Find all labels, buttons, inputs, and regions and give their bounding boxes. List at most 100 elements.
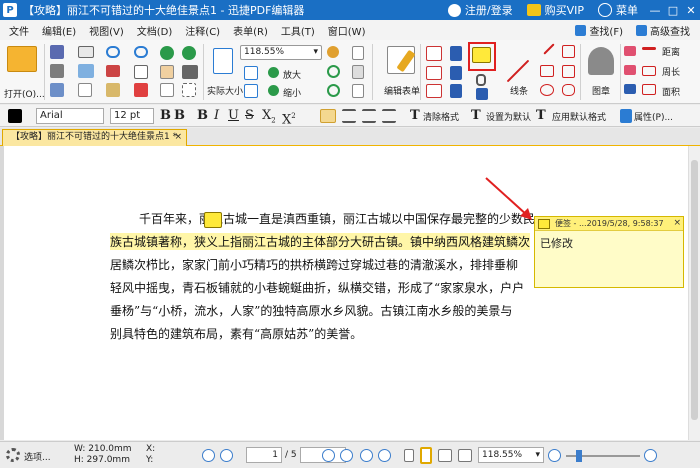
zoom-slider[interactable] bbox=[566, 450, 640, 462]
copy-icon[interactable] bbox=[134, 65, 148, 79]
subscript-button[interactable]: X2 bbox=[262, 108, 276, 125]
distance-label[interactable]: 距离 bbox=[662, 45, 680, 58]
eraser-icon[interactable] bbox=[624, 46, 636, 56]
find-button[interactable]: 查找(F) bbox=[575, 23, 623, 38]
image-icon[interactable] bbox=[78, 64, 94, 78]
main-menu-button[interactable]: 菜单 bbox=[598, 2, 638, 18]
scroll-thumb[interactable] bbox=[691, 160, 698, 420]
stamp-icon[interactable] bbox=[588, 47, 614, 75]
properties-icon[interactable] bbox=[620, 109, 632, 123]
menu-tools[interactable]: 工具(T) bbox=[281, 23, 315, 38]
bold-button[interactable]: B bbox=[160, 108, 171, 124]
history-back-button[interactable] bbox=[360, 449, 373, 462]
font-size-select[interactable]: 12 pt bbox=[110, 108, 154, 124]
paste-icon[interactable] bbox=[106, 83, 120, 97]
color-swatch[interactable] bbox=[8, 109, 22, 123]
status-zoom-select[interactable]: 118.55% ▾ bbox=[478, 447, 544, 463]
rotate-ccw-icon[interactable] bbox=[327, 84, 340, 97]
pentagon-icon[interactable] bbox=[562, 65, 575, 78]
vertical-scrollbar[interactable] bbox=[688, 146, 700, 440]
set-default-icon[interactable]: T bbox=[471, 108, 481, 124]
sticky-note-popup[interactable]: 便签 - ...2019/5/28, 9:58:37 × 已修改 bbox=[534, 216, 684, 288]
options-button[interactable]: 选项... bbox=[24, 450, 51, 463]
maximize-button[interactable]: □ bbox=[664, 4, 682, 17]
arrow-tool-icon[interactable] bbox=[543, 43, 555, 55]
callout-icon[interactable] bbox=[426, 66, 442, 80]
menu-window[interactable]: 窗口(W) bbox=[328, 23, 366, 38]
page-icon[interactable] bbox=[352, 46, 364, 60]
justify-icon[interactable] bbox=[382, 109, 396, 123]
distance-icon[interactable] bbox=[642, 47, 656, 50]
underline-button[interactable]: U bbox=[228, 108, 239, 124]
lines-label[interactable]: 线条 bbox=[510, 84, 528, 97]
note-text[interactable]: 已修改 bbox=[535, 231, 683, 255]
zoom-in-icon[interactable] bbox=[268, 67, 279, 78]
login-button[interactable]: 注册/登录 bbox=[447, 2, 513, 18]
note-header[interactable]: 便签 - ...2019/5/28, 9:58:37 × bbox=[535, 217, 683, 231]
menu-form[interactable]: 表单(R) bbox=[233, 23, 268, 38]
set-default-label[interactable]: 设置为默认 bbox=[486, 110, 531, 123]
delete-icon[interactable] bbox=[134, 83, 148, 97]
menu-document[interactable]: 文档(D) bbox=[137, 23, 173, 38]
minimize-button[interactable]: — bbox=[646, 4, 664, 17]
align-right-icon[interactable] bbox=[362, 109, 376, 123]
bold-serif-button[interactable]: B bbox=[174, 108, 185, 124]
align-center-icon[interactable] bbox=[342, 109, 356, 123]
text-frame-icon[interactable] bbox=[426, 46, 442, 61]
fit-page-icon[interactable] bbox=[244, 66, 258, 80]
perimeter-label[interactable]: 周长 bbox=[662, 65, 680, 78]
forward-icon[interactable] bbox=[182, 46, 196, 60]
clear-format-icon[interactable]: T bbox=[410, 108, 420, 124]
note-close-icon[interactable]: × bbox=[673, 217, 681, 230]
select-icon[interactable] bbox=[182, 83, 196, 97]
italic-style-button[interactable]: I bbox=[214, 108, 219, 124]
prev-page-button[interactable] bbox=[220, 449, 233, 462]
stamp-label[interactable]: 图章 bbox=[592, 84, 610, 97]
clear-format-label[interactable]: 清除格式 bbox=[423, 110, 459, 123]
first-page-button[interactable] bbox=[202, 449, 215, 462]
single-page-icon[interactable] bbox=[404, 449, 414, 462]
polygon-icon[interactable] bbox=[562, 45, 575, 58]
snapshot-icon[interactable] bbox=[182, 65, 198, 79]
italic-button[interactable]: B bbox=[197, 108, 208, 124]
edit-form-label[interactable]: 编辑表单 bbox=[384, 84, 420, 97]
scan-icon[interactable] bbox=[50, 83, 64, 97]
cut-icon[interactable] bbox=[106, 65, 120, 77]
history-forward-button[interactable] bbox=[378, 449, 391, 462]
continuous-page-icon[interactable] bbox=[420, 447, 432, 464]
tab-close-icon[interactable]: × bbox=[174, 130, 182, 145]
area-icon[interactable] bbox=[642, 84, 656, 95]
last-page-button[interactable] bbox=[340, 449, 353, 462]
area-label[interactable]: 面积 bbox=[662, 85, 680, 98]
apply-default-icon[interactable]: T bbox=[536, 108, 546, 124]
select-text-icon[interactable] bbox=[160, 83, 174, 97]
advanced-search-button[interactable]: 高级查找 bbox=[636, 23, 690, 38]
zoom-select[interactable]: 118.55% ▾ bbox=[240, 45, 322, 60]
textbox-icon[interactable] bbox=[426, 84, 442, 98]
rotate-left-icon[interactable] bbox=[327, 46, 339, 58]
open-label[interactable]: 打开(O)... bbox=[4, 87, 45, 100]
superscript-button[interactable]: X2 bbox=[282, 108, 296, 127]
actual-size-icon[interactable] bbox=[213, 48, 233, 74]
strikethrough-button[interactable]: S bbox=[245, 108, 254, 124]
typewriter-icon[interactable] bbox=[450, 46, 462, 61]
file-icon[interactable] bbox=[78, 83, 92, 97]
undo-icon[interactable] bbox=[106, 46, 120, 58]
hand-icon[interactable] bbox=[160, 65, 174, 79]
page-number-input[interactable]: 1 bbox=[246, 447, 282, 463]
font-select[interactable]: Arial bbox=[36, 108, 104, 124]
back-icon[interactable] bbox=[160, 46, 174, 60]
cloud-icon[interactable] bbox=[562, 84, 575, 96]
align-left-icon[interactable] bbox=[320, 109, 336, 123]
note-marker-icon[interactable] bbox=[204, 212, 222, 228]
apply-default-label[interactable]: 应用默认格式 bbox=[552, 110, 606, 123]
perimeter-icon[interactable] bbox=[642, 66, 656, 76]
menu-edit[interactable]: 编辑(E) bbox=[42, 23, 76, 38]
attach-file-icon[interactable] bbox=[476, 74, 486, 86]
document-viewer[interactable]: 千百年来，丽江古城一直是滇西重镇，丽江古城以中国保存最完整的少数民 族古城镇著称… bbox=[0, 146, 700, 440]
eraser2-icon[interactable] bbox=[624, 65, 636, 75]
status-zoom-in-button[interactable] bbox=[644, 449, 657, 462]
zoom-out-icon[interactable] bbox=[268, 85, 279, 96]
properties-label[interactable]: 属性(P)... bbox=[634, 110, 673, 123]
ellipse-icon[interactable] bbox=[540, 84, 554, 96]
